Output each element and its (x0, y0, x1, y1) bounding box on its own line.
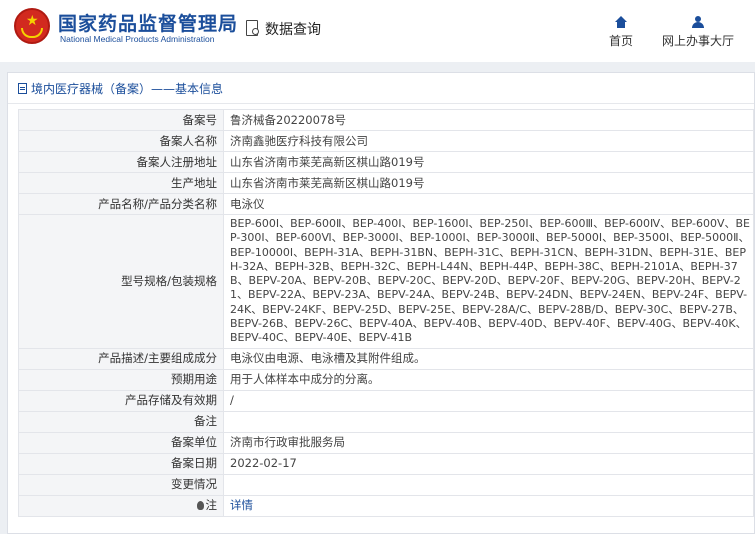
document-icon (18, 82, 27, 94)
national-emblem-logo[interactable]: ★ (14, 8, 50, 44)
details-link[interactable]: 详情 (230, 498, 253, 512)
table-row: 备案人注册地址 山东省济南市莱芜高新区棋山路019号 (18, 151, 754, 173)
field-value: 山东省济南市莱芜高新区棋山路019号 (223, 151, 754, 173)
field-value: 电泳仪由电源、电泳槽及其附件组成。 (223, 347, 754, 370)
table-row: 备案单位 济南市行政审批服务局 (18, 431, 754, 454)
field-value: 电泳仪 (223, 193, 754, 215)
note-label: 注 (18, 494, 224, 517)
field-value (223, 473, 754, 496)
detail-panel: 境内医疗器械（备案）——基本信息 备案号 鲁济械备20220078号 备案人名称… (7, 72, 755, 534)
field-value: 用于人体样本中成分的分离。 (223, 368, 754, 391)
table-row: 备注 (18, 410, 754, 433)
breadcrumb-text: 境内医疗器械（备案）——基本信息 (31, 81, 224, 96)
table-row: 预期用途 用于人体样本中成分的分离。 (18, 368, 754, 391)
field-label: 型号规格/包装规格 (18, 214, 224, 349)
table-row: 产品描述/主要组成成分 电泳仪由电源、电泳槽及其附件组成。 (18, 347, 754, 370)
nav-online-service-hall[interactable]: 网上办事大厅 (656, 12, 740, 49)
brand-name-en: National Medical Products Administration (60, 34, 215, 44)
table-row: 型号规格/包装规格 BEP-600Ⅰ、BEP-600Ⅱ、BEP-400Ⅰ、BEP… (18, 214, 754, 349)
nav-online-service-hall-label: 网上办事大厅 (661, 34, 734, 48)
data-query-label: 数据查询 (265, 22, 321, 38)
field-label: 产品描述/主要组成成分 (18, 347, 224, 370)
breadcrumb: 境内医疗器械（备案）——基本信息 (8, 73, 754, 104)
table-row: 备案日期 2022-02-17 (18, 452, 754, 475)
table-row: 变更情况 (18, 473, 754, 496)
user-icon (692, 16, 704, 28)
field-label: 备案单位 (18, 431, 224, 454)
field-label: 备案号 (18, 109, 224, 131)
nav-home-label: 首页 (608, 34, 633, 48)
field-label: 产品存储及有效期 (18, 389, 224, 412)
table-row: 备案人名称 济南鑫驰医疗科技有限公司 (18, 130, 754, 152)
brand-name-cn[interactable]: 国家药品监督管理局 (58, 9, 238, 36)
nav-home[interactable]: 首页 (605, 12, 637, 49)
field-label: 生产地址 (18, 172, 224, 194)
field-value: / (223, 389, 754, 412)
field-value: 山东省济南市莱芜高新区棋山路019号 (223, 172, 754, 194)
field-label: 备案人名称 (18, 130, 224, 152)
field-value: 济南市行政审批服务局 (223, 431, 754, 454)
field-value: 济南鑫驰医疗科技有限公司 (223, 130, 754, 152)
field-label: 变更情况 (18, 473, 224, 496)
site-header: ★ 国家药品监督管理局 National Medical Products Ad… (0, 0, 755, 58)
bulb-icon (196, 501, 204, 511)
field-value: 详情 (223, 494, 754, 517)
table-row: 生产地址 山东省济南市莱芜高新区棋山路019号 (18, 172, 754, 194)
data-query-link[interactable]: 数据查询 (246, 18, 321, 40)
field-value: 2022-02-17 (223, 452, 754, 475)
table-row: 产品名称/产品分类名称 电泳仪 (18, 193, 754, 215)
field-value: 鲁济械备20220078号 (223, 109, 754, 131)
record-detail-table: 备案号 鲁济械备20220078号 备案人名称 济南鑫驰医疗科技有限公司 备案人… (18, 109, 754, 517)
home-icon (615, 16, 627, 28)
table-row: 产品存储及有效期 / (18, 389, 754, 412)
field-label: 备案日期 (18, 452, 224, 475)
field-label: 备注 (18, 410, 224, 433)
table-row: 注 详情 (18, 494, 754, 517)
document-search-icon (246, 20, 262, 38)
field-label: 预期用途 (18, 368, 224, 391)
field-value: BEP-600Ⅰ、BEP-600Ⅱ、BEP-400Ⅰ、BEP-1600Ⅰ、BEP… (223, 214, 754, 349)
field-value (223, 410, 754, 433)
field-label: 产品名称/产品分类名称 (18, 193, 224, 215)
table-row: 备案号 鲁济械备20220078号 (18, 109, 754, 131)
field-label: 备案人注册地址 (18, 151, 224, 173)
